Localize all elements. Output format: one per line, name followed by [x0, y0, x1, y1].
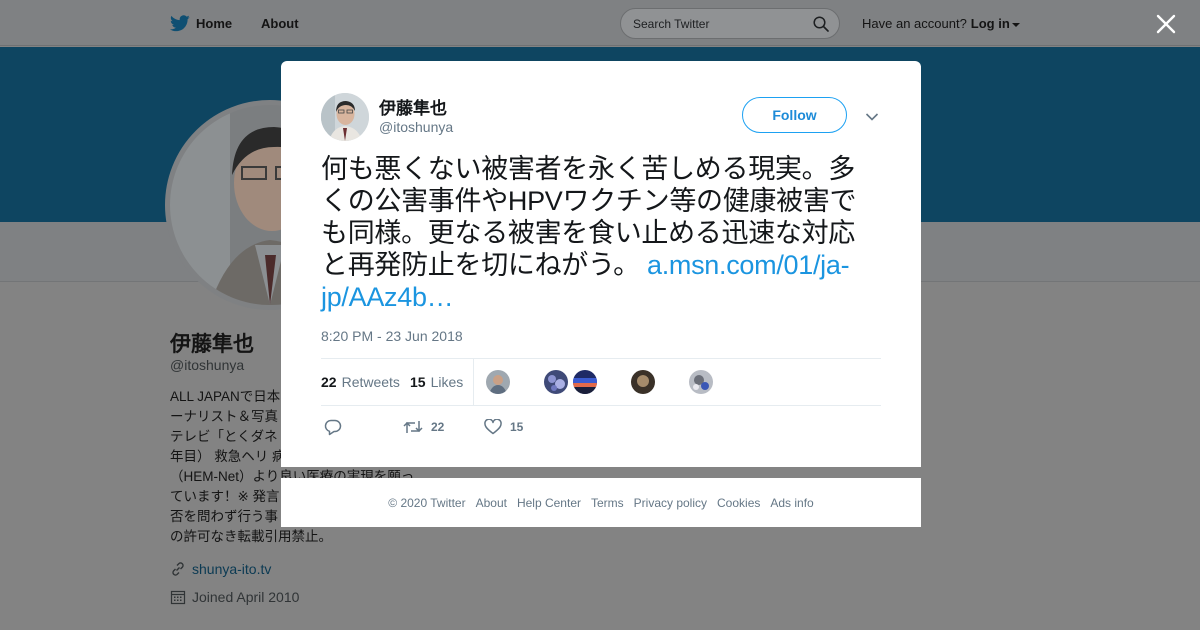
tweet-actions: 22 15	[321, 417, 881, 437]
retweet-icon	[403, 419, 431, 435]
twitter-bird-icon	[170, 14, 196, 32]
footer-about[interactable]: About	[476, 496, 507, 510]
tweet-timestamp[interactable]: 8:20 PM - 23 Jun 2018	[321, 328, 463, 344]
footer-ads-info[interactable]: Ads info	[770, 496, 813, 510]
footer-cookies[interactable]: Cookies	[717, 496, 760, 510]
caret-down-icon	[1011, 16, 1020, 31]
website-link[interactable]: shunya-ito.tv	[192, 561, 271, 577]
tweet-text-line: 何も悪くない被害者を永く苦しめる現実。多	[321, 154, 855, 184]
retweets-label: Retweets	[341, 374, 400, 390]
retweet-action-count: 22	[431, 420, 445, 434]
top-navigation: Home About Have an account? Log in	[0, 0, 1200, 46]
retweet-button[interactable]: 22	[403, 417, 444, 437]
like-action-count: 15	[510, 420, 524, 434]
close-icon[interactable]	[1155, 13, 1177, 35]
footer-copyright: © 2020 Twitter	[388, 495, 466, 510]
footer-help-center[interactable]: Help Center	[517, 496, 581, 510]
liker-avatar[interactable]	[631, 370, 655, 394]
profile-website[interactable]: shunya-ito.tv	[170, 561, 271, 577]
tweet-text-line: くの公害事件やHPVワクチン等の健康被害で	[321, 186, 857, 216]
tweet-link[interactable]: a.msn.com/01/ja-	[647, 250, 850, 280]
tweet-author-handle[interactable]: @itoshunya	[379, 119, 453, 135]
likes-count: 15	[410, 374, 426, 390]
tweet-text: 何も悪くない被害者を永く苦しめる現実。多 くの公害事件やHPVワクチン等の健康被害…	[321, 153, 886, 313]
nav-home[interactable]: Home	[170, 0, 232, 46]
follow-button[interactable]: Follow	[742, 97, 847, 133]
chevron-down-icon[interactable]	[865, 109, 879, 127]
reply-icon	[324, 419, 350, 436]
tweet-author-name[interactable]: 伊藤隼也	[379, 94, 447, 119]
tweet-link-continued[interactable]: jp/AAz4b…	[321, 282, 454, 312]
login-label: Log in	[970, 15, 1010, 31]
tweet-modal: 伊藤隼也 @itoshunya Follow 何も悪くない被害者を永く苦しめる現…	[281, 61, 921, 467]
likes-stat[interactable]: 15 Likes	[410, 359, 463, 405]
search-icon[interactable]	[813, 16, 829, 37]
stats-divider	[473, 359, 474, 405]
joined-date: Joined April 2010	[192, 589, 300, 605]
tweet-author-avatar[interactable]	[321, 93, 369, 141]
liker-avatar[interactable]	[573, 370, 597, 394]
tweet-text-line: も同様。更なる被害を食い止める迅速な対応	[321, 218, 855, 248]
liker-avatar[interactable]	[486, 370, 510, 394]
tweet-text-line: と再発防止を切にねがう。	[321, 250, 640, 280]
link-icon	[170, 561, 192, 577]
footer-privacy-policy[interactable]: Privacy policy	[634, 496, 707, 510]
nav-home-label: Home	[196, 15, 233, 31]
retweets-count: 22	[321, 374, 337, 390]
calendar-icon	[170, 589, 192, 605]
like-button[interactable]: 15	[484, 417, 523, 437]
modal-footer: © 2020 Twitter About Help Center Terms P…	[281, 478, 921, 527]
search-input[interactable]	[633, 16, 803, 31]
profile-handle: @itoshunya	[170, 357, 245, 373]
retweets-stat[interactable]: 22 Retweets	[321, 359, 400, 405]
login-button[interactable]: Log in	[971, 16, 1020, 31]
search-box[interactable]	[620, 8, 840, 39]
reply-button[interactable]	[324, 417, 350, 437]
likes-label: Likes	[430, 374, 464, 390]
profile-joined: Joined April 2010	[170, 589, 299, 605]
account-area: Have an account? Log in	[862, 0, 1020, 46]
tweet-stats: 22 Retweets 15 Likes	[321, 358, 881, 406]
account-prompt: Have an account?	[862, 15, 967, 31]
nav-about[interactable]: About	[261, 0, 299, 46]
bio-line: の許可なき転載引用禁止。	[170, 529, 332, 544]
liker-avatar[interactable]	[689, 370, 713, 394]
profile-name: 伊藤隼也	[170, 333, 254, 356]
footer-terms[interactable]: Terms	[591, 496, 624, 510]
liker-avatar[interactable]	[544, 370, 568, 394]
heart-icon	[484, 419, 510, 435]
